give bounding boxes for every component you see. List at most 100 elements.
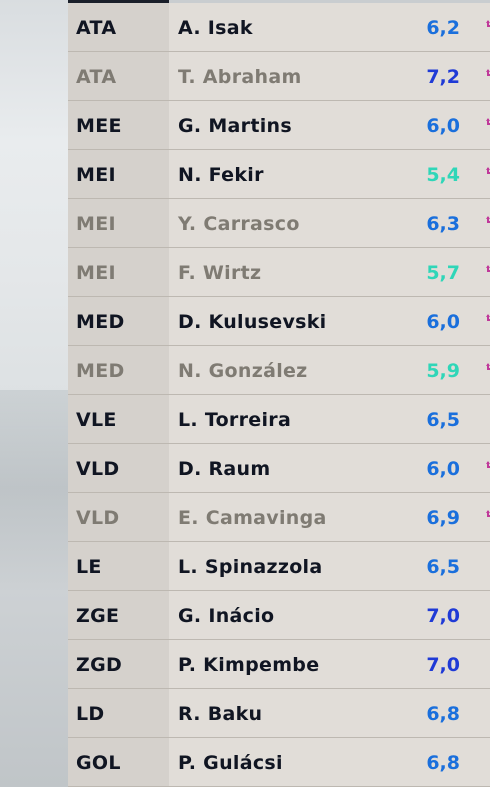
player-name: E. Camavinga bbox=[178, 507, 327, 529]
player-rating: 6,8 bbox=[426, 703, 460, 725]
player-name: L. Torreira bbox=[178, 409, 292, 431]
player-cell: G. Inácio 7,0 bbox=[169, 591, 490, 639]
table-row[interactable]: MEI Y. Carrasco 6,3 bbox=[68, 199, 490, 248]
position-cell: LE bbox=[68, 542, 169, 590]
position-cell: MEI bbox=[68, 199, 169, 247]
player-cell: L. Torreira 6,5 bbox=[169, 395, 490, 443]
position-cell: ZGD bbox=[68, 640, 169, 688]
position-label: LE bbox=[76, 556, 102, 578]
player-rating: 6,5 bbox=[426, 409, 460, 431]
player-name: N. González bbox=[178, 360, 308, 382]
player-name: D. Kulusevski bbox=[178, 311, 327, 333]
substitution-icon bbox=[486, 20, 490, 27]
player-rating: 6,0 bbox=[426, 311, 460, 333]
table-row[interactable]: ATA T. Abraham 7,2 bbox=[68, 52, 490, 101]
table-row[interactable]: LD R. Baku 6,8 bbox=[68, 689, 490, 738]
position-cell: GOL bbox=[68, 738, 169, 786]
player-name: P. Kimpembe bbox=[178, 654, 320, 676]
position-cell: MEE bbox=[68, 101, 169, 149]
player-cell: N. González 5,9 bbox=[169, 346, 490, 394]
player-name: A. Isak bbox=[178, 17, 253, 39]
player-rating: 5,9 bbox=[426, 360, 460, 382]
table-row[interactable]: VLE L. Torreira 6,5 bbox=[68, 395, 490, 444]
table-row[interactable]: MEE G. Martins 6,0 bbox=[68, 101, 490, 150]
player-rating: 5,4 bbox=[426, 164, 460, 186]
substitution-icon bbox=[486, 265, 490, 272]
table-row[interactable]: MED N. González 5,9 bbox=[68, 346, 490, 395]
position-label: ATA bbox=[76, 17, 117, 39]
table-row[interactable]: GOL P. Gulácsi 6,8 bbox=[68, 738, 490, 787]
player-rating: 6,3 bbox=[426, 213, 460, 235]
player-name: G. Inácio bbox=[178, 605, 275, 627]
substitution-icon bbox=[486, 118, 490, 125]
table-row[interactable]: ZGD P. Kimpembe 7,0 bbox=[68, 640, 490, 689]
position-cell: MED bbox=[68, 297, 169, 345]
table-row[interactable]: MEI F. Wirtz 5,7 bbox=[68, 248, 490, 297]
position-label: VLD bbox=[76, 507, 120, 529]
player-name: L. Spinazzola bbox=[178, 556, 323, 578]
player-cell: D. Kulusevski 6,0 bbox=[169, 297, 490, 345]
player-cell: N. Fekir 5,4 bbox=[169, 150, 490, 198]
table-row[interactable]: VLD E. Camavinga 6,9 bbox=[68, 493, 490, 542]
player-name: R. Baku bbox=[178, 703, 263, 725]
player-rating: 7,2 bbox=[426, 66, 460, 88]
position-label: VLE bbox=[76, 409, 117, 431]
player-ratings-table: ATA A. Isak 6,2 ATA T. Abraham 7,2 MEE G. Marti… bbox=[68, 0, 490, 787]
substitution-icon bbox=[486, 216, 490, 223]
player-cell: F. Wirtz 5,7 bbox=[169, 248, 490, 296]
position-label: ATA bbox=[76, 66, 117, 88]
player-rating: 6,0 bbox=[426, 115, 460, 137]
player-cell: L. Spinazzola 6,5 bbox=[169, 542, 490, 590]
player-rating: 6,2 bbox=[426, 17, 460, 39]
table-row[interactable]: MED D. Kulusevski 6,0 bbox=[68, 297, 490, 346]
table-row[interactable]: MEI N. Fekir 5,4 bbox=[68, 150, 490, 199]
substitution-icon bbox=[486, 510, 490, 517]
table-row[interactable]: ZGE G. Inácio 7,0 bbox=[68, 591, 490, 640]
player-name: G. Martins bbox=[178, 115, 292, 137]
player-rating: 7,0 bbox=[426, 605, 460, 627]
position-label: MED bbox=[76, 311, 125, 333]
player-cell: D. Raum 6,0 bbox=[169, 444, 490, 492]
player-name: D. Raum bbox=[178, 458, 271, 480]
position-label: GOL bbox=[76, 752, 121, 774]
table-row[interactable]: LE L. Spinazzola 6,5 bbox=[68, 542, 490, 591]
substitution-icon bbox=[486, 69, 490, 76]
table-row[interactable]: ATA A. Isak 6,2 bbox=[68, 3, 490, 52]
position-label: MEI bbox=[76, 164, 116, 186]
player-cell: Y. Carrasco 6,3 bbox=[169, 199, 490, 247]
substitution-icon bbox=[486, 461, 490, 468]
position-label: ZGE bbox=[76, 605, 120, 627]
substitution-icon bbox=[486, 167, 490, 174]
substitution-icon bbox=[486, 314, 490, 321]
player-cell: P. Gulácsi 6,8 bbox=[169, 738, 490, 786]
player-name: F. Wirtz bbox=[178, 262, 262, 284]
position-cell: MED bbox=[68, 346, 169, 394]
position-label: MED bbox=[76, 360, 125, 382]
position-cell: VLD bbox=[68, 444, 169, 492]
player-cell: G. Martins 6,0 bbox=[169, 101, 490, 149]
position-cell: MEI bbox=[68, 248, 169, 296]
player-cell: T. Abraham 7,2 bbox=[169, 52, 490, 100]
player-cell: E. Camavinga 6,9 bbox=[169, 493, 490, 541]
player-rating: 6,9 bbox=[426, 507, 460, 529]
player-cell: R. Baku 6,8 bbox=[169, 689, 490, 737]
player-rating: 7,0 bbox=[426, 654, 460, 676]
player-rating: 6,8 bbox=[426, 752, 460, 774]
player-name: T. Abraham bbox=[178, 66, 302, 88]
player-rating: 6,0 bbox=[426, 458, 460, 480]
position-cell: MEI bbox=[68, 150, 169, 198]
position-label: MEI bbox=[76, 213, 116, 235]
position-label: VLD bbox=[76, 458, 120, 480]
position-label: LD bbox=[76, 703, 105, 725]
player-name: N. Fekir bbox=[178, 164, 264, 186]
table-row[interactable]: VLD D. Raum 6,0 bbox=[68, 444, 490, 493]
position-label: MEE bbox=[76, 115, 122, 137]
position-cell: ATA bbox=[68, 3, 169, 51]
position-cell: VLD bbox=[68, 493, 169, 541]
position-cell: ATA bbox=[68, 52, 169, 100]
position-cell: LD bbox=[68, 689, 169, 737]
player-name: Y. Carrasco bbox=[178, 213, 300, 235]
player-cell: A. Isak 6,2 bbox=[169, 3, 490, 51]
position-label: MEI bbox=[76, 262, 116, 284]
substitution-icon bbox=[486, 363, 490, 370]
